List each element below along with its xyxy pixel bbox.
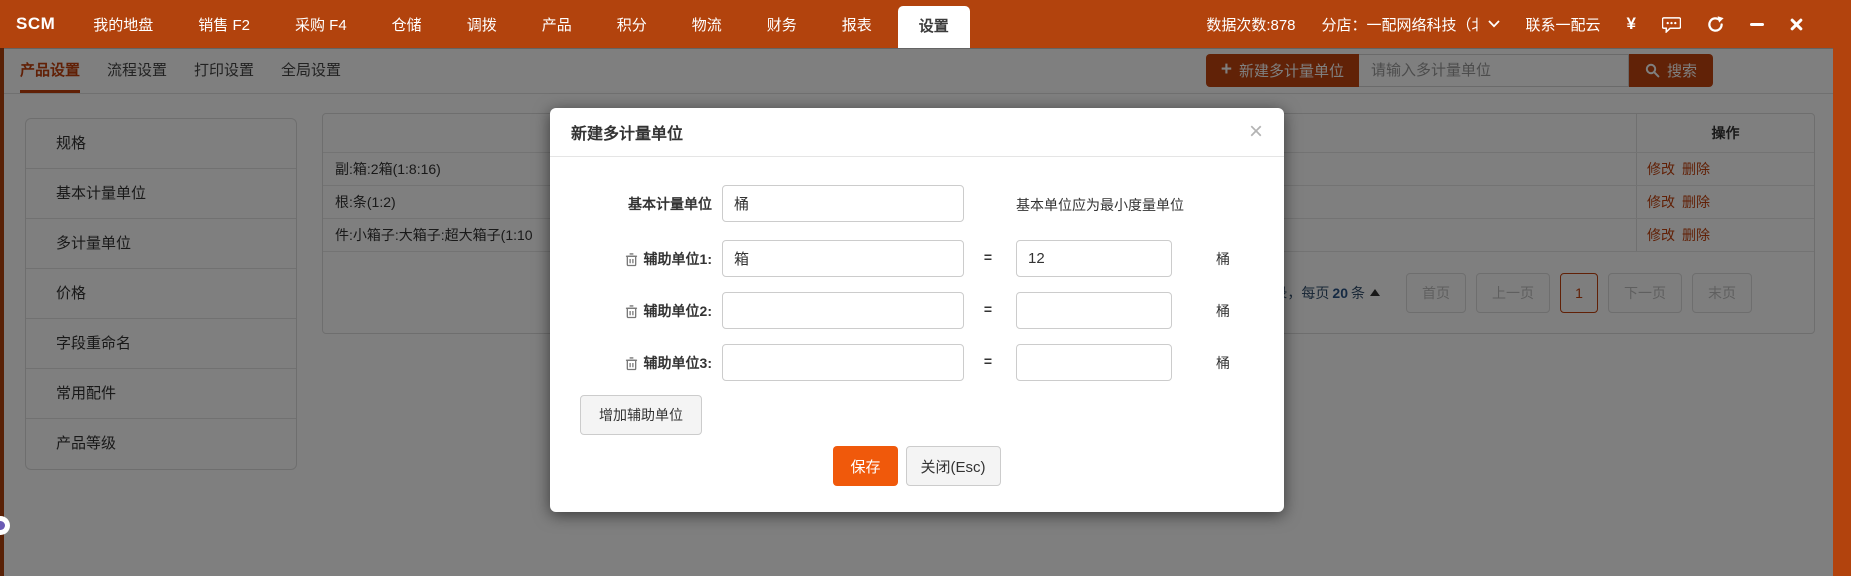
close-icon [1790,18,1803,31]
aux-unit-label: 辅助单位2: [644,292,712,330]
window-close-button[interactable] [1790,18,1803,31]
nav-item-sales[interactable]: 销售 F2 [198,14,250,35]
nav-item-warehouse[interactable]: 仓储 [392,14,422,35]
aux-unit-name-input[interactable] [722,240,964,277]
aux-unit-row-1: 辅助单位1: = 桶 [550,240,1284,278]
aux-unit-row-3: 辅助单位3: = 桶 [550,344,1284,382]
aux-unit-row-2: 辅助单位2: = 桶 [550,292,1284,330]
aux-unit-qty-input[interactable] [1016,292,1172,329]
save-button[interactable]: 保存 [833,446,897,486]
dialog-title: 新建多计量单位 [571,120,683,144]
nav-item-logistics[interactable]: 物流 [692,14,722,35]
equals-sign: = [980,353,996,369]
badge-dot [0,521,5,530]
trash-icon[interactable] [625,356,638,371]
scm-app-window: SCM 我的地盘 销售 F2 采购 F4 仓储 调拨 产品 积分 物流 财务 报… [0,0,1851,576]
add-aux-unit-button[interactable]: 增加辅助单位 [580,395,702,435]
contact-link[interactable]: 联系一配云 [1526,14,1601,35]
equals-sign: = [980,301,996,317]
aux-unit-qty-input[interactable] [1016,240,1172,277]
minimize-button[interactable] [1750,23,1764,26]
aux-unit-qty-input[interactable] [1016,344,1172,381]
nav-item-reports[interactable]: 报表 [842,14,872,35]
refresh-icon [1707,16,1724,33]
base-unit-row: 基本计量单位 基本单位应为最小度量单位 [550,185,1284,223]
trash-icon[interactable] [625,304,638,319]
nav-item-settings-active[interactable]: 设置 [898,6,970,48]
nav-item-product[interactable]: 产品 [542,14,572,35]
nav-item-my-space[interactable]: 我的地盘 [93,14,153,35]
branch-name: 分店：一配网络科技（北 [1322,14,1480,35]
base-unit-note: 基本单位应为最小度量单位 [1016,195,1184,215]
unit-suffix: 桶 [1216,249,1230,269]
minimize-icon [1750,23,1764,26]
nav-item-points[interactable]: 积分 [617,14,647,35]
dialog-close-icon[interactable]: × [1249,120,1263,144]
aux-unit-name-input[interactable] [722,292,964,329]
new-multi-unit-dialog: 新建多计量单位 × 基本计量单位 基本单位应为最小度量单位 辅助单位1: = 桶… [550,108,1284,512]
equals-sign: = [980,249,996,265]
base-unit-input[interactable] [722,185,964,222]
dialog-header: 新建多计量单位 × [550,108,1284,157]
chat-icon [1662,16,1681,33]
nav-item-purchase[interactable]: 采购 F4 [295,14,347,35]
aux-unit-label: 辅助单位3: [644,344,712,382]
trash-icon[interactable] [625,252,638,267]
base-unit-label: 基本计量单位 [628,185,712,223]
aux-unit-label: 辅助单位1: [644,240,712,278]
chevron-down-icon [1488,20,1500,28]
aux-unit-name-input[interactable] [722,344,964,381]
branch-selector[interactable]: 分店：一配网络科技（北 [1322,14,1500,35]
nav-item-transfer[interactable]: 调拨 [467,14,497,35]
unit-suffix: 桶 [1216,301,1230,321]
refresh-button[interactable] [1707,16,1724,33]
close-esc-button[interactable]: 关闭(Esc) [906,446,1001,486]
nav-item-finance[interactable]: 财务 [767,14,797,35]
navbar-right-group: 数据次数:878 分店：一配网络科技（北 联系一配云 ¥ [1206,14,1803,35]
chat-button[interactable] [1662,16,1681,33]
top-navbar: SCM 我的地盘 销售 F2 采购 F4 仓储 调拨 产品 积分 物流 财务 报… [0,0,1851,48]
app-logo: SCM [16,14,55,34]
unit-suffix: 桶 [1216,353,1230,373]
main-menu: 我的地盘 销售 F2 采购 F4 仓储 调拨 产品 积分 物流 财务 报表 [93,14,872,35]
data-count-label: 数据次数:878 [1206,14,1295,35]
currency-button[interactable]: ¥ [1627,14,1636,34]
dialog-footer: 保存 关闭(Esc) [550,446,1284,486]
